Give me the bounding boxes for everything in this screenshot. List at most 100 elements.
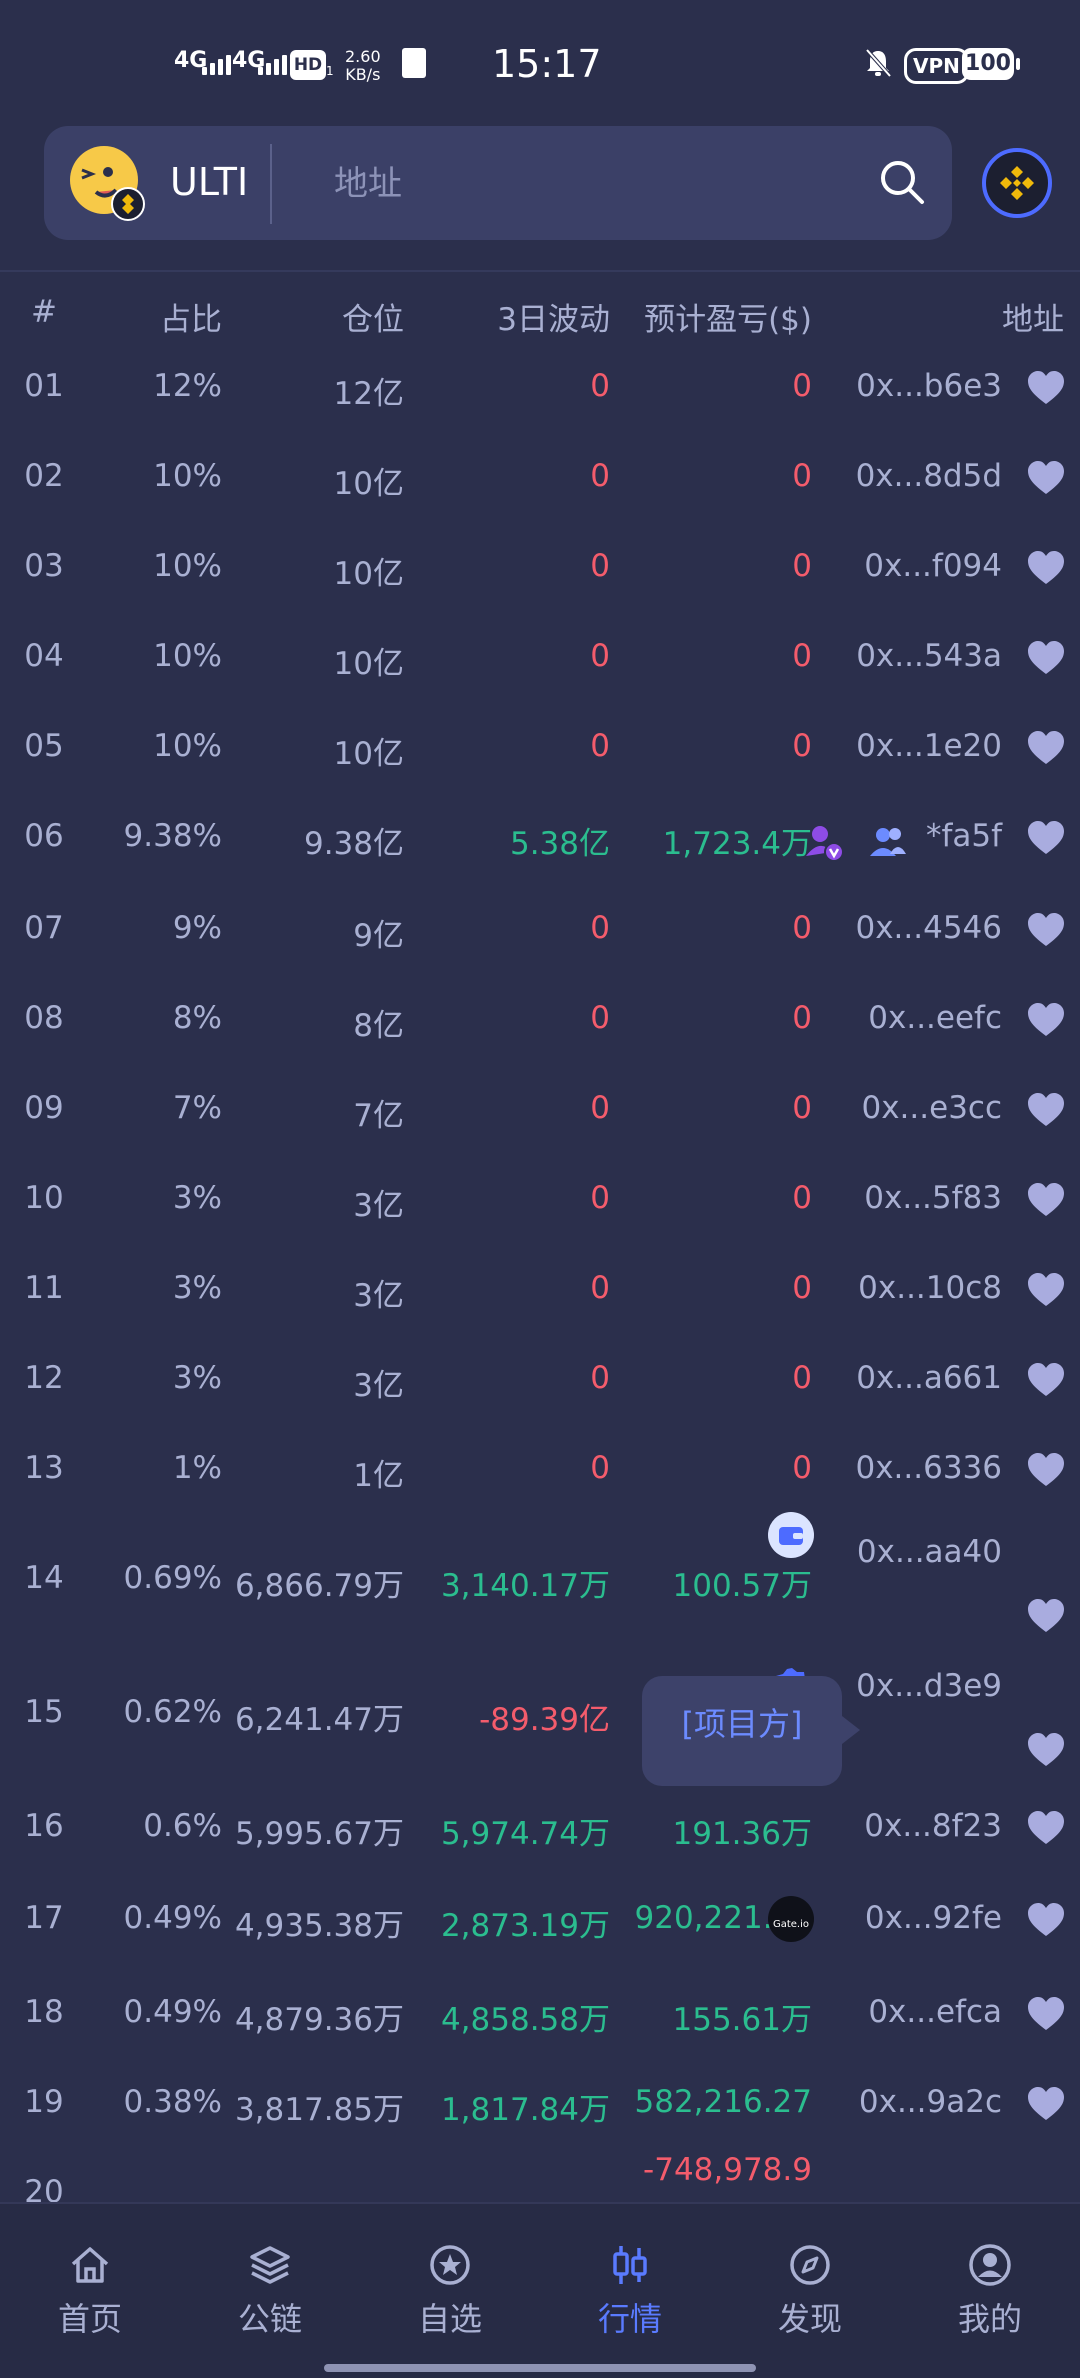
table-row[interactable]: 05 10% 10亿 0 0 0x...1e20: [0, 728, 1080, 788]
table-row[interactable]: 13 1% 1亿 0 0 0x...6336: [0, 1450, 1080, 1510]
row-position: 6,241.47万: [234, 1702, 404, 1738]
favorite-heart-icon[interactable]: [1026, 1182, 1066, 1218]
header-position[interactable]: 仓位: [342, 294, 404, 339]
row-address[interactable]: 0x...4546: [855, 910, 1002, 946]
search-divider: [270, 144, 272, 224]
search-bar[interactable]: ULTI: [44, 126, 952, 240]
row-est-pnl: 0: [792, 1360, 812, 1396]
table-row[interactable]: 16 0.6% 5,995.67万 5,974.74万 191.36万 0x...8f23: [0, 1808, 1080, 1868]
table-row[interactable]: 01 12% 12亿 0 0 0x...b6e3: [0, 368, 1080, 428]
table-row[interactable]: 09 7% 7亿 0 0 0x...e3cc: [0, 1090, 1080, 1150]
table-row[interactable]: 03 10% 10亿 0 0 0x...f094: [0, 548, 1080, 608]
row-address[interactable]: *fa5f: [926, 818, 1002, 854]
row-change-3d: 0: [590, 548, 610, 584]
row-address[interactable]: 0x...b6e3: [856, 368, 1002, 404]
favorite-heart-icon[interactable]: [1026, 640, 1066, 676]
row-change-3d: 5,974.74万: [440, 1816, 610, 1852]
favorite-heart-icon[interactable]: [1026, 1272, 1066, 1308]
row-est-pnl: 0: [792, 1000, 812, 1036]
table-row[interactable]: 19 0.38% 3,817.85万 1,817.84万 582,216.27 0x...…: [0, 2084, 1080, 2144]
wallet-tag-icon[interactable]: [768, 1512, 814, 1558]
row-change-3d: 0: [590, 368, 610, 404]
row-address[interactable]: 0x...6336: [855, 1450, 1002, 1486]
search-input[interactable]: [332, 154, 896, 214]
row-address[interactable]: 0x...92fe: [865, 1900, 1002, 1936]
favorite-heart-icon[interactable]: [1026, 1452, 1066, 1488]
header-change-3d[interactable]: 3日波动: [497, 294, 610, 339]
nav-home[interactable]: 首页: [30, 2242, 150, 2340]
header-est-pnl[interactable]: 预计盈亏($): [644, 294, 812, 339]
table-row[interactable]: 14 0.69% 6,866.79万 3,140.17万 100.57万 0x...aa4…: [0, 1512, 1080, 1632]
row-address[interactable]: 0x...eefc: [868, 1000, 1002, 1036]
favorite-heart-icon[interactable]: [1026, 1092, 1066, 1128]
nav-watchlist[interactable]: 自选: [390, 2242, 510, 2340]
nav-profile[interactable]: 我的: [930, 2242, 1050, 2340]
table-row[interactable]: 04 10% 10亿 0 0 0x...543a: [0, 638, 1080, 698]
header-share[interactable]: 占比: [160, 294, 222, 339]
group-users-icon[interactable]: [868, 822, 908, 862]
bnb-chain-button[interactable]: [982, 148, 1052, 218]
favorite-heart-icon[interactable]: [1026, 730, 1066, 766]
row-address[interactable]: 0x...d3e9: [856, 1668, 1002, 1704]
row-address[interactable]: 0x...1e20: [856, 728, 1002, 764]
user-icon: [969, 2244, 1011, 2286]
bnb-chain-icon: [1000, 166, 1034, 200]
row-change-3d: 0: [590, 1270, 610, 1306]
home-indicator[interactable]: [324, 2364, 756, 2372]
token-avatar-icon[interactable]: [68, 144, 146, 222]
row-position: 3,817.85万: [234, 2092, 404, 2128]
row-address[interactable]: 0x...8d5d: [856, 458, 1002, 494]
row-address[interactable]: 0x...543a: [856, 638, 1002, 674]
row-share: 0.69%: [123, 1560, 222, 1596]
row-share: 10%: [153, 458, 222, 494]
table-row[interactable]: 11 3% 3亿 0 0 0x...10c8: [0, 1270, 1080, 1330]
favorite-heart-icon[interactable]: [1026, 1002, 1066, 1038]
favorite-heart-icon[interactable]: [1026, 1598, 1066, 1634]
favorite-heart-icon[interactable]: [1026, 1362, 1066, 1398]
table-row[interactable]: 15 0.62% 6,241.47万 -89.39亿 0x...d3e9: [0, 1668, 1080, 1766]
table-row[interactable]: 18 0.49% 4,879.36万 4,858.58万 155.61万 0x...efc…: [0, 1994, 1080, 2054]
gate-io-badge[interactable]: Gate.io: [768, 1896, 814, 1942]
row-address[interactable]: 0x...e3cc: [861, 1090, 1002, 1126]
table-row[interactable]: 07 9% 9亿 0 0 0x...4546: [0, 910, 1080, 970]
row-share: 3%: [172, 1360, 222, 1396]
row-address[interactable]: 0x...aa40: [857, 1534, 1002, 1570]
favorite-heart-icon[interactable]: [1026, 1810, 1066, 1846]
row-address[interactable]: 0x...5f83: [864, 1180, 1002, 1216]
row-address[interactable]: 0x...8f23: [864, 1808, 1002, 1844]
favorite-heart-icon[interactable]: [1026, 2086, 1066, 2122]
row-change-3d: 4,858.58万: [440, 2002, 610, 2038]
table-row[interactable]: 12 3% 3亿 0 0 0x...a661: [0, 1360, 1080, 1420]
row-address[interactable]: 0x...9a2c: [859, 2084, 1002, 2120]
favorite-heart-icon[interactable]: [1026, 460, 1066, 496]
favorite-heart-icon[interactable]: [1026, 550, 1066, 586]
table-row[interactable]: 17 0.49% 4,935.38万 2,873.19万 920,221.82 0x...…: [0, 1896, 1080, 1960]
table-row[interactable]: 06 9.38% 9.38亿 5.38亿 1,723.4万 *fa5f: [0, 818, 1080, 878]
row-est-pnl: 582,216.27: [634, 2084, 813, 2120]
search-icon[interactable]: [876, 156, 928, 208]
network-speed: 2.60 KB/s: [345, 48, 381, 84]
favorite-heart-icon[interactable]: [1026, 370, 1066, 406]
table-row[interactable]: 08 8% 8亿 0 0 0x...eefc: [0, 1000, 1080, 1060]
row-address[interactable]: 0x...a661: [856, 1360, 1002, 1396]
row-address[interactable]: 0x...f094: [864, 548, 1002, 584]
favorite-heart-icon[interactable]: [1026, 820, 1066, 856]
row-share: 10%: [153, 728, 222, 764]
nav-chains[interactable]: 公链: [210, 2242, 330, 2340]
favorite-heart-icon[interactable]: [1026, 1996, 1066, 2032]
bell-off-icon: [865, 48, 892, 78]
nav-discover[interactable]: 发现: [750, 2242, 870, 2340]
table-row[interactable]: 02 10% 10亿 0 0 0x...8d5d: [0, 458, 1080, 518]
row-address[interactable]: 0x...efca: [868, 1994, 1002, 2030]
verified-user-icon[interactable]: [804, 822, 844, 862]
table-row[interactable]: 10 3% 3亿 0 0 0x...5f83: [0, 1180, 1080, 1240]
favorite-heart-icon[interactable]: [1026, 912, 1066, 948]
row-rank: 16: [24, 1808, 64, 1844]
row-change-3d: 3,140.17万: [440, 1568, 610, 1604]
signal-bars-icon: [258, 55, 287, 75]
row-address[interactable]: 0x...10c8: [858, 1270, 1002, 1306]
nav-market[interactable]: 行情: [570, 2242, 690, 2340]
row-rank: 01: [24, 368, 64, 404]
favorite-heart-icon[interactable]: [1026, 1732, 1066, 1768]
favorite-heart-icon[interactable]: [1026, 1902, 1066, 1938]
